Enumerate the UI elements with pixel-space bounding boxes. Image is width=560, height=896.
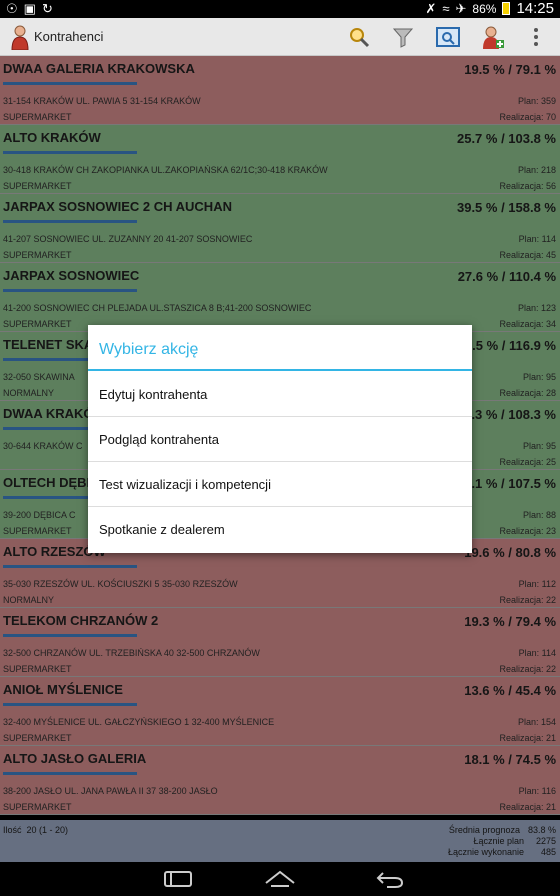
menu-item-label: Test wizualizacji i kompetencji	[99, 477, 271, 492]
screen-title: Kontrahenci	[34, 29, 104, 44]
dialog-divider	[88, 369, 472, 371]
recent-apps-icon	[164, 871, 192, 887]
menu-item-edit-contractor[interactable]: Edytuj kontrahenta	[88, 372, 472, 417]
home-icon	[265, 870, 295, 887]
menu-item-label: Spotkanie z dealerem	[99, 522, 225, 537]
action-dialog: Wybierz akcję Edytuj kontrahenta Podgląd…	[88, 325, 472, 553]
search-icon	[350, 28, 370, 48]
mute-icon: ✗	[425, 0, 437, 16]
search-button[interactable]	[346, 24, 372, 50]
airplane-icon: ✈	[455, 0, 467, 16]
filter-button[interactable]	[390, 24, 416, 50]
navigation-bar	[0, 862, 560, 896]
sync-icon: ↻	[41, 1, 53, 16]
menu-item-preview-contractor[interactable]: Podgląd kontrahenta	[88, 417, 472, 462]
menu-item-dealer-meeting[interactable]: Spotkanie z dealerem	[88, 507, 472, 552]
dialog-title: Wybierz akcję	[99, 341, 199, 358]
wifi-icon: ≈	[442, 1, 450, 16]
preview-icon	[436, 27, 460, 47]
overflow-menu-button[interactable]	[528, 24, 544, 50]
menu-item-label: Edytuj kontrahenta	[99, 387, 208, 402]
preview-button[interactable]	[435, 24, 461, 50]
status-bar: ☉ ▣ ↻ ✗ ≈ ✈ 86% 14:25	[0, 0, 560, 18]
home-button[interactable]	[260, 868, 300, 890]
add-contractor-button[interactable]	[480, 24, 506, 50]
menu-item-visualization-test[interactable]: Test wizualizacji i kompetencji	[88, 462, 472, 507]
usb-icon: ☉	[6, 1, 18, 16]
back-button[interactable]	[370, 868, 410, 890]
clock: 14:25	[516, 0, 554, 17]
add-user-icon	[483, 26, 504, 49]
gallery-icon: ▣	[23, 1, 36, 16]
recent-apps-button[interactable]	[158, 868, 198, 890]
battery-percent: 86%	[472, 1, 497, 16]
filter-icon	[392, 28, 414, 48]
contractor-app-icon[interactable]	[9, 24, 31, 50]
battery-icon	[502, 2, 511, 15]
back-icon	[376, 872, 404, 888]
overflow-menu-icon	[534, 28, 538, 46]
menu-item-label: Podgląd kontrahenta	[99, 432, 219, 447]
action-bar: Kontrahenci	[0, 18, 560, 56]
